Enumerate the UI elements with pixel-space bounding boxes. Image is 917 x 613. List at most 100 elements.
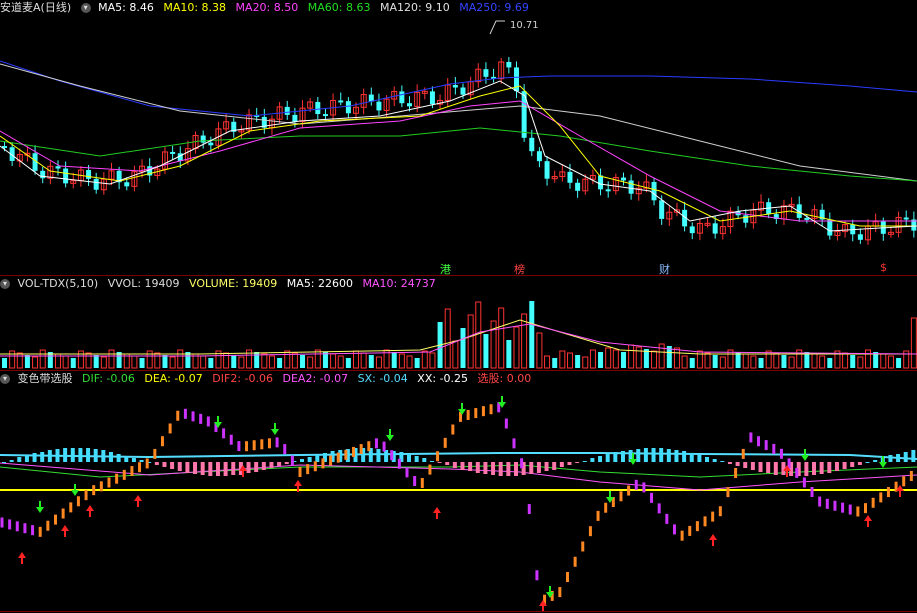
chevron-down-icon[interactable]: ▾	[80, 3, 91, 13]
candle-down	[827, 219, 833, 236]
histogram-bar	[315, 455, 320, 462]
histogram-bar	[86, 448, 91, 462]
volume-bar	[536, 332, 543, 369]
volume-bar	[375, 356, 382, 369]
volume-bar	[559, 350, 566, 369]
chevron-down-icon[interactable]: ▾	[0, 279, 10, 289]
volume-bar	[483, 334, 489, 368]
histogram-bar	[659, 448, 664, 462]
dif-label: DIF: -0.06	[82, 372, 135, 385]
volume-bar	[598, 352, 604, 368]
volume-bar	[314, 349, 321, 369]
histogram-bar	[124, 456, 129, 462]
histogram-bar	[590, 458, 595, 462]
candle-down	[575, 182, 581, 191]
candle-down	[659, 200, 665, 219]
ma250-label: MA250: 9.69	[459, 1, 529, 14]
candle-down	[208, 142, 214, 146]
volume-bar	[261, 353, 268, 369]
histogram-bar	[491, 462, 496, 475]
volume-bar	[360, 352, 367, 369]
volume-bar	[398, 353, 405, 369]
ind-title[interactable]: 变色带选股	[18, 372, 73, 385]
volume-bar	[850, 355, 856, 368]
histogram-bar	[888, 455, 893, 462]
histogram-bar	[154, 462, 159, 465]
histogram-bar	[414, 456, 419, 462]
price-chart[interactable]	[0, 16, 917, 276]
histogram-bar	[598, 456, 603, 462]
histogram-bar	[529, 462, 534, 474]
volume-bar	[100, 356, 107, 369]
dif2-label: DIF2: -0.06	[212, 372, 273, 385]
histogram-bar	[55, 449, 60, 462]
volume-bar	[277, 358, 283, 368]
histogram-bar	[873, 460, 878, 462]
histogram-bar	[483, 462, 488, 474]
indicator-chart[interactable]	[0, 387, 917, 613]
volume-bar	[773, 352, 780, 369]
volume-bar	[268, 355, 275, 369]
histogram-bar	[697, 455, 702, 462]
volume-chart[interactable]	[0, 292, 917, 370]
event-marker-dollar[interactable]: $	[880, 261, 887, 274]
histogram-bar	[506, 462, 511, 476]
histogram-bar	[9, 460, 14, 462]
candle-down	[63, 168, 69, 184]
candle-down	[200, 135, 206, 143]
histogram-bar	[575, 462, 580, 463]
volume-bar	[169, 356, 176, 369]
histogram-bar	[819, 462, 824, 474]
histogram-bar	[750, 462, 755, 470]
candle-down	[460, 87, 466, 95]
histogram-bar	[139, 460, 144, 462]
histogram-bar	[429, 461, 434, 462]
candle-down	[376, 101, 382, 111]
sell-arrow-icon	[801, 449, 809, 461]
candle-down	[338, 100, 344, 103]
histogram-bar	[735, 462, 740, 466]
volume-bar	[345, 358, 351, 368]
volume-bar	[85, 352, 92, 369]
histogram-bar	[300, 459, 305, 462]
histogram-bar	[727, 462, 732, 464]
ma60-label: MA60: 8.63	[307, 1, 371, 14]
histogram-bar	[613, 452, 618, 462]
volume-bar	[467, 314, 474, 369]
vol-title[interactable]: VOL-TDX(5,10)	[18, 277, 99, 290]
histogram-bar	[215, 462, 220, 476]
candle-down	[903, 217, 909, 220]
histogram-bar	[269, 462, 274, 468]
volume-bar	[93, 355, 99, 368]
stock-title[interactable]: 安道麦A(日线)	[0, 1, 71, 14]
volume-bar	[582, 356, 589, 369]
volume-bar	[552, 358, 558, 368]
histogram-bar	[376, 449, 381, 462]
volume-bar	[322, 352, 328, 368]
volume-bar	[651, 350, 658, 369]
volume-bar	[811, 353, 818, 369]
xx-label: XX: -0.25	[417, 372, 469, 385]
buy-arrow-icon	[864, 515, 872, 527]
volume-bar	[758, 358, 764, 368]
histogram-bar	[32, 453, 37, 462]
volume-bar	[460, 328, 466, 368]
volume-bar	[337, 355, 344, 369]
volume-bar	[506, 340, 512, 368]
histogram-bar	[231, 462, 236, 475]
ma10-label: MA10: 8.38	[163, 1, 227, 14]
histogram-bar	[605, 454, 610, 462]
candle-down	[40, 170, 46, 179]
volume-bar	[575, 355, 581, 368]
dea2-label: DEA2: -0.07	[282, 372, 349, 385]
chevron-down-icon[interactable]: ▾	[0, 374, 10, 384]
histogram-bar	[116, 454, 121, 462]
vol-ma5-label: MA5: 22600	[286, 277, 354, 290]
buy-arrow-icon	[709, 534, 717, 546]
dea-label: DEA: -0.07	[144, 372, 203, 385]
histogram-bar	[185, 462, 190, 473]
histogram-bar	[903, 452, 908, 462]
volume-bar	[254, 352, 260, 368]
volume-bar	[70, 358, 76, 368]
histogram-bar	[682, 451, 687, 462]
